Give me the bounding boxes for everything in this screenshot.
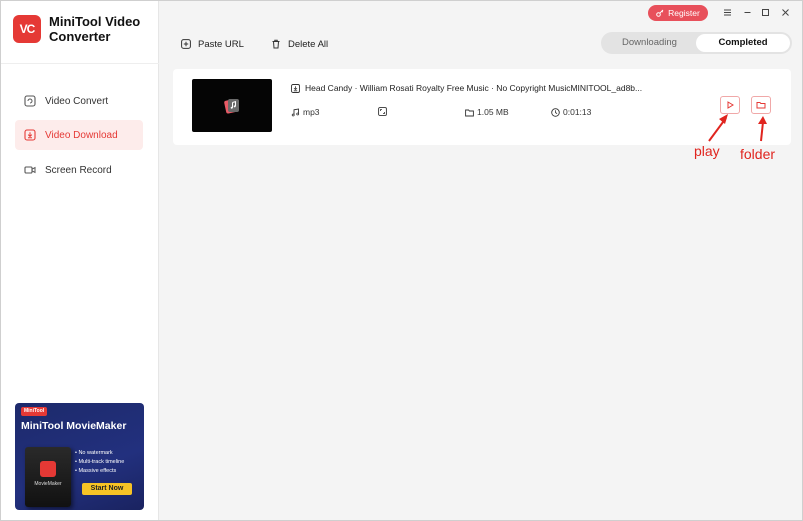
file-name: Head Candy · William Rosati Royalty Free… bbox=[305, 83, 643, 93]
file-size: 1.05 MB bbox=[465, 107, 509, 117]
app-logo: VC bbox=[13, 15, 41, 43]
sidebar-divider bbox=[1, 63, 159, 64]
music-file-icon bbox=[224, 99, 239, 114]
folder-icon bbox=[756, 102, 766, 109]
resolution-icon bbox=[378, 107, 387, 116]
app-window: VC MiniTool Video Converter Video Conver… bbox=[0, 0, 803, 521]
add-icon bbox=[181, 39, 191, 49]
file-size-value: 1.05 MB bbox=[477, 107, 509, 117]
file-duration: 0:01:13 bbox=[551, 107, 591, 117]
download-icon bbox=[23, 128, 37, 142]
sidebar-item-screen-record[interactable]: Screen Record bbox=[15, 155, 143, 185]
start-now-button[interactable]: Start Now bbox=[82, 483, 132, 495]
file-format: mp3 bbox=[291, 107, 320, 117]
promo-title: MiniTool MovieMaker bbox=[21, 420, 127, 432]
delete-all-label: Delete All bbox=[288, 38, 329, 50]
maximize-icon[interactable] bbox=[759, 6, 771, 18]
folder-icon bbox=[465, 109, 474, 116]
sidebar-item-label: Video Convert bbox=[45, 95, 109, 107]
video-convert-icon bbox=[23, 94, 37, 108]
download-icon bbox=[291, 83, 300, 93]
app-title: MiniTool Video Converter bbox=[49, 14, 141, 44]
file-format-value: mp3 bbox=[303, 107, 320, 117]
paste-url-button[interactable]: Paste URL bbox=[181, 37, 244, 51]
open-folder-button[interactable] bbox=[751, 96, 771, 114]
paste-url-label: Paste URL bbox=[198, 38, 244, 50]
promo-feature: • Multi-track timeline bbox=[75, 459, 125, 465]
sidebar: VC MiniTool Video Converter Video Conver… bbox=[1, 1, 159, 520]
delete-all-button[interactable]: Delete All bbox=[271, 37, 328, 51]
register-label: Register bbox=[668, 8, 700, 18]
play-icon bbox=[727, 101, 734, 109]
download-item: Head Candy · William Rosati Royalty Free… bbox=[173, 69, 791, 145]
key-icon bbox=[656, 9, 664, 17]
moviemaker-box-image: MovieMaker bbox=[25, 447, 71, 507]
sidebar-item-video-convert[interactable]: Video Convert bbox=[15, 86, 143, 116]
promo-feature: • Massive effects bbox=[75, 468, 117, 474]
tab-downloading[interactable]: Downloading bbox=[603, 34, 696, 52]
tab-completed[interactable]: Completed bbox=[696, 34, 790, 52]
download-status-tabs: Downloading Completed bbox=[601, 32, 792, 54]
file-name-row: Head Candy · William Rosati Royalty Free… bbox=[291, 83, 642, 93]
register-button[interactable]: Register bbox=[648, 5, 708, 21]
play-annotation: play bbox=[694, 143, 720, 159]
minimize-icon[interactable] bbox=[741, 6, 753, 18]
camera-icon bbox=[23, 163, 37, 177]
close-icon[interactable] bbox=[779, 6, 791, 18]
moviemaker-logo-icon bbox=[40, 461, 56, 477]
promo-badge: MiniTool bbox=[21, 407, 48, 416]
menu-icon[interactable] bbox=[721, 6, 733, 18]
sidebar-item-label: Screen Record bbox=[45, 164, 112, 176]
thumbnail bbox=[192, 79, 272, 132]
sidebar-item-label: Video Download bbox=[45, 129, 118, 141]
play-button[interactable] bbox=[720, 96, 740, 114]
file-duration-value: 0:01:13 bbox=[563, 107, 592, 117]
folder-annotation: folder bbox=[740, 146, 776, 162]
music-note-icon bbox=[291, 107, 300, 116]
sidebar-item-video-download[interactable]: Video Download bbox=[15, 120, 143, 150]
moviemaker-promo[interactable]: MiniTool MiniTool MovieMaker MovieMaker … bbox=[15, 403, 144, 510]
clock-icon bbox=[551, 107, 560, 117]
trash-icon bbox=[272, 39, 280, 49]
promo-feature: • No watermark bbox=[75, 450, 113, 456]
promo-box-label: MovieMaker bbox=[34, 481, 62, 487]
